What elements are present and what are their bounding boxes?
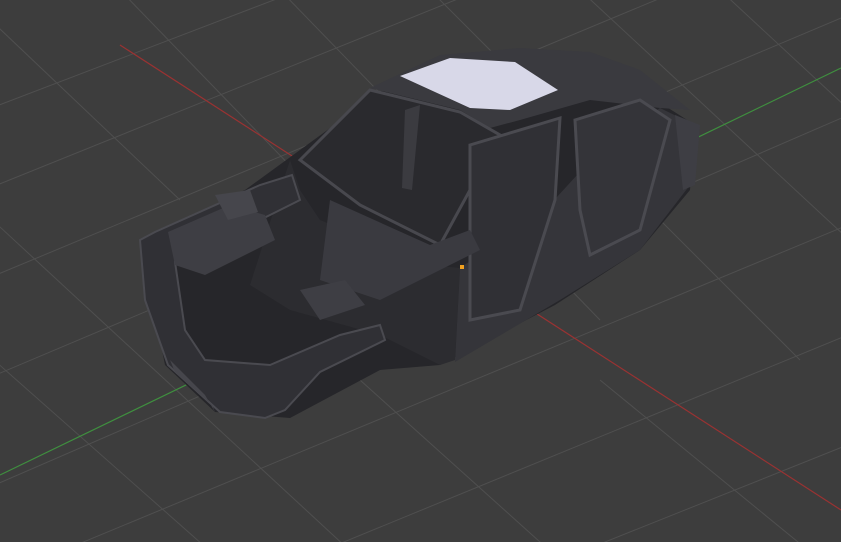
object-origin-marker[interactable] <box>460 265 464 269</box>
viewport-canvas[interactable] <box>0 0 841 542</box>
car-body-shell[interactable] <box>138 48 700 420</box>
3d-viewport[interactable] <box>0 0 841 542</box>
